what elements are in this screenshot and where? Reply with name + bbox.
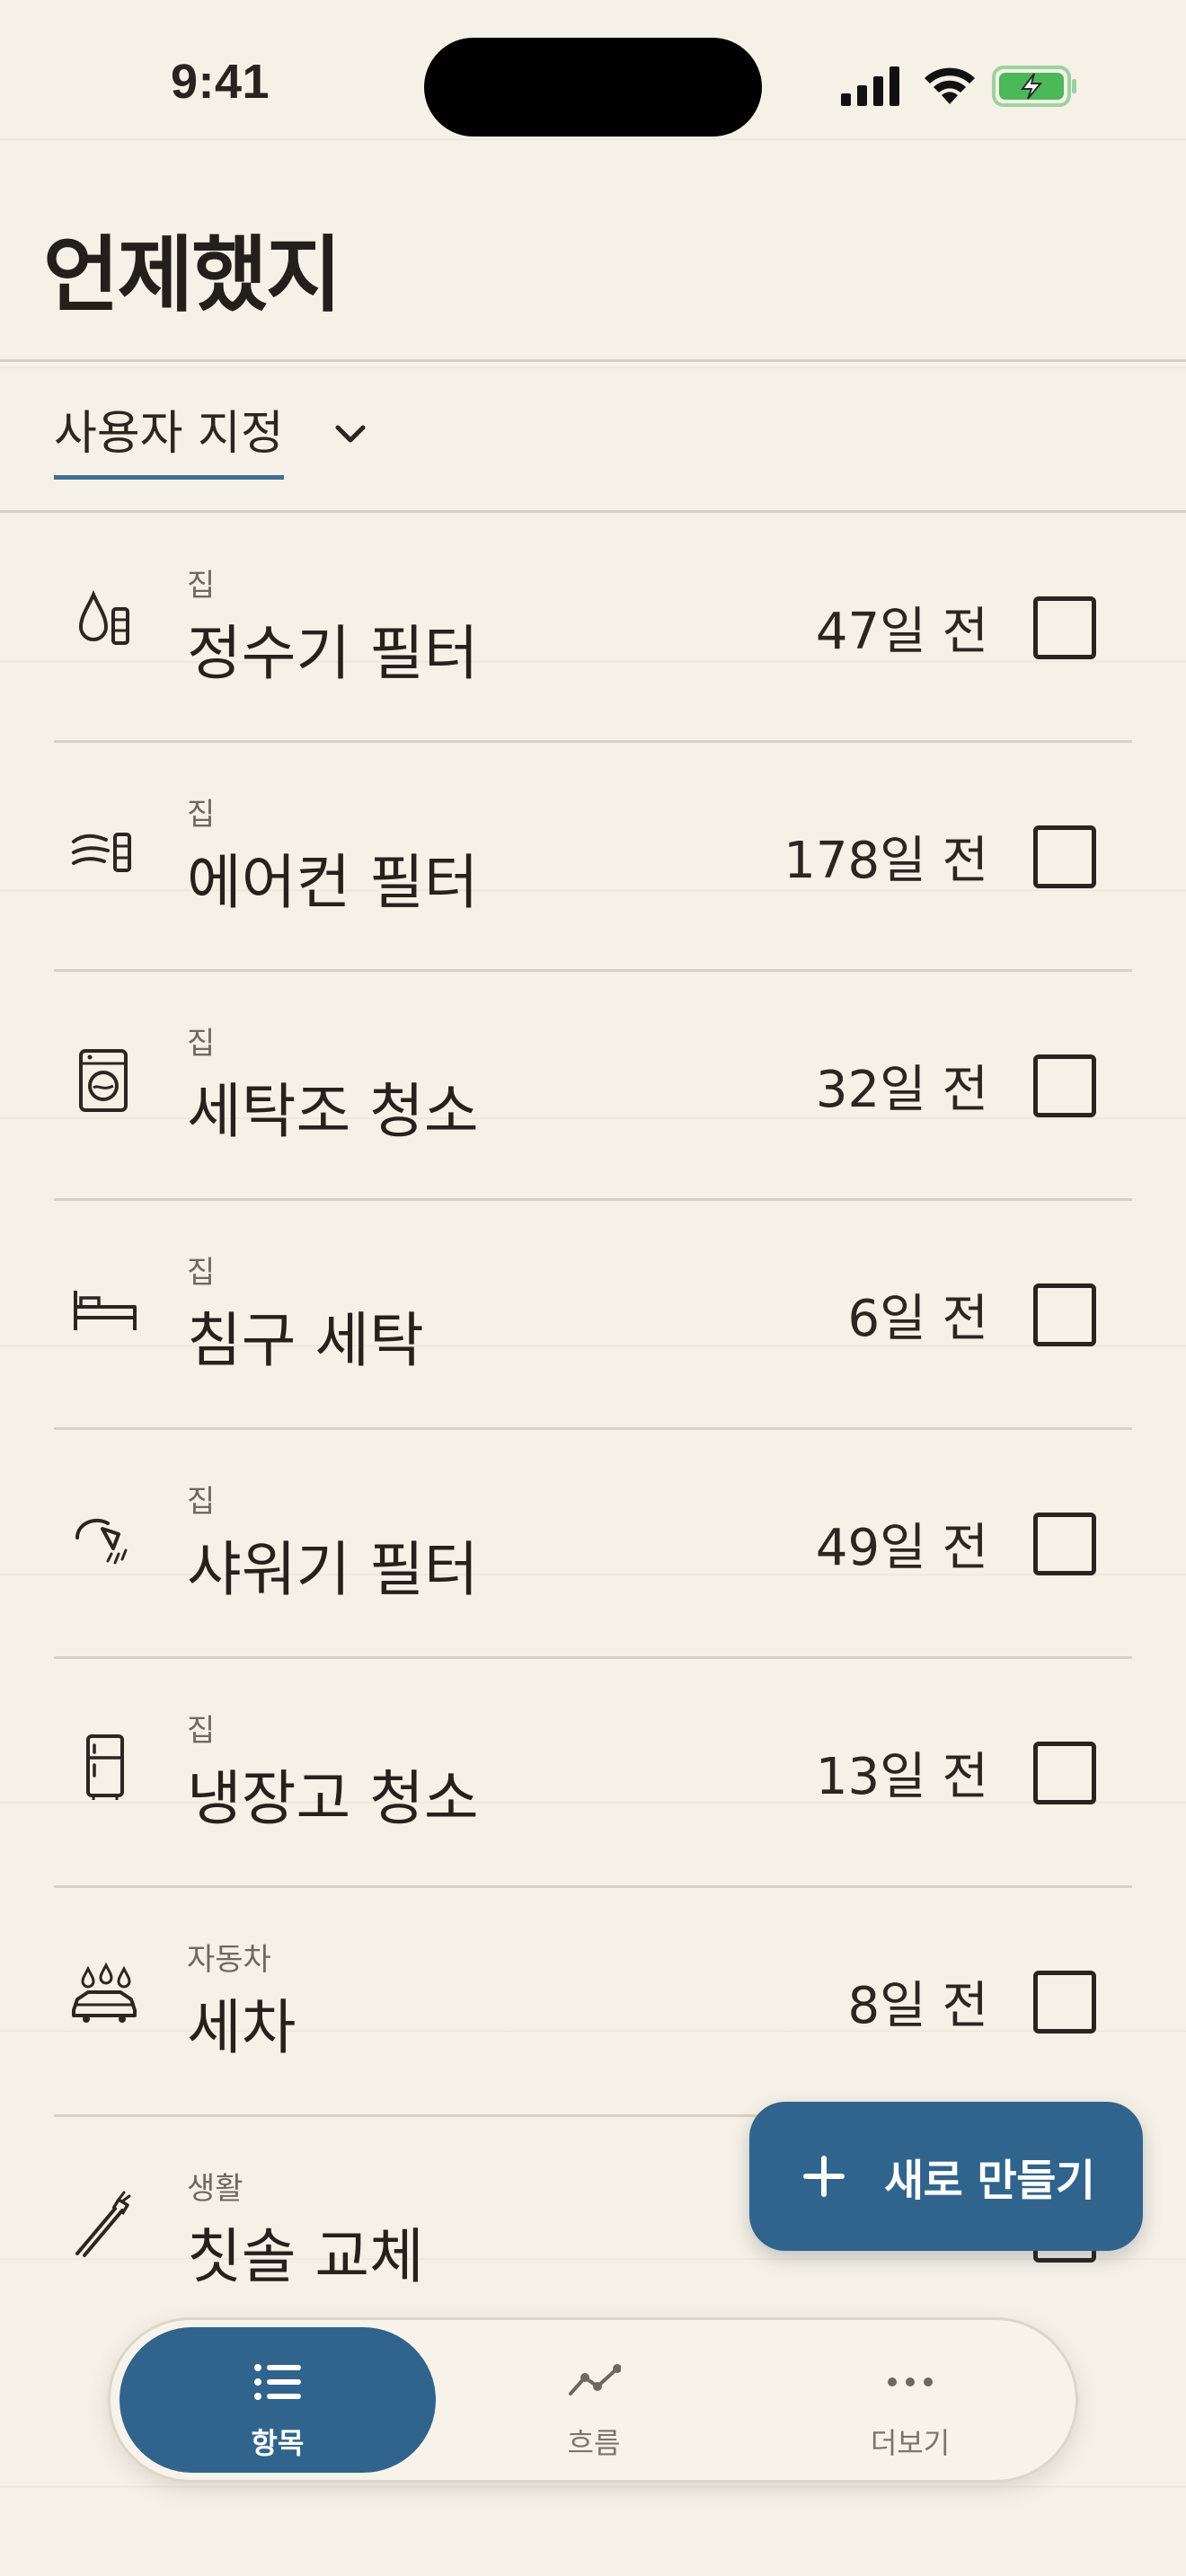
item-days-ago: 32일 전 [815, 1061, 988, 1119]
list-item[interactable]: 집 냉장고 청소 13일 전 [54, 1659, 1132, 1888]
water-filter-icon [78, 589, 129, 645]
filter-label: 사용자 지정 [54, 395, 284, 480]
item-category: 집 [187, 1255, 216, 1291]
tab-flow-label: 흐름 [567, 2426, 621, 2460]
item-checkbox[interactable] [1033, 1054, 1096, 1117]
list-item[interactable]: 집 침구 세탁 6일 전 [54, 1201, 1132, 1430]
item-days-ago: 178일 전 [783, 832, 988, 890]
list-item[interactable]: 집 에어컨 필터 178일 전 [54, 743, 1132, 972]
item-category: 집 [187, 797, 216, 833]
item-days-ago: 49일 전 [815, 1519, 988, 1577]
item-checkbox[interactable] [1033, 825, 1096, 888]
filter-divider [0, 510, 1186, 513]
tab-more-label: 더보기 [870, 2426, 951, 2460]
washing-machine-icon [79, 1049, 128, 1112]
list-item[interactable]: 집 정수기 필터 47일 전 [54, 514, 1132, 743]
item-checkbox[interactable] [1033, 1284, 1096, 1346]
item-checkbox[interactable] [1033, 596, 1096, 659]
item-list: 집 정수기 필터 47일 전 집 에어컨 필터 178일 전 집 세탁조 청소 [54, 514, 1132, 2346]
item-category: 자동차 [187, 1942, 271, 1978]
tab-items[interactable]: 항목 [119, 2327, 436, 2473]
battery-charging-icon [992, 66, 1076, 107]
filter-dropdown[interactable]: 사용자 지정 [54, 395, 377, 485]
item-category: 집 [187, 1713, 216, 1749]
toothbrush-icon [75, 2191, 131, 2257]
page-title: 언제했지 [43, 226, 342, 323]
item-category: 집 [187, 568, 216, 604]
status-icons [839, 59, 1082, 113]
item-days-ago: 8일 전 [847, 1977, 988, 2035]
more-dots-icon [888, 2378, 933, 2386]
bottom-tab-bar: 항목 흐름 더보기 [108, 2317, 1078, 2483]
item-checkbox[interactable] [1033, 1742, 1096, 1804]
shower-head-icon [75, 1518, 128, 1565]
item-name: 샤워기 필터 [187, 1535, 479, 1604]
item-name: 정수기 필터 [187, 619, 479, 688]
list-item[interactable]: 집 샤워기 필터 49일 전 [54, 1430, 1132, 1659]
item-days-ago: 13일 전 [815, 1748, 988, 1806]
refrigerator-icon [86, 1734, 124, 1800]
create-new-label: 새로 만들기 [884, 2156, 1095, 2206]
item-name: 세탁조 청소 [187, 1077, 479, 1146]
plus-icon [803, 2156, 845, 2197]
cellular-signal-icon [841, 66, 899, 106]
item-category: 집 [187, 1026, 216, 1062]
tab-more[interactable]: 더보기 [752, 2327, 1068, 2473]
status-time: 9:41 [171, 55, 270, 109]
list-item[interactable]: 집 세탁조 청소 32일 전 [54, 972, 1132, 1201]
item-checkbox[interactable] [1033, 1971, 1096, 2033]
item-days-ago: 47일 전 [815, 603, 988, 661]
wifi-icon [925, 67, 975, 104]
item-checkbox[interactable] [1033, 1513, 1096, 1575]
trend-line-icon [569, 2364, 621, 2395]
tab-items-label: 항목 [251, 2426, 305, 2460]
item-category: 생활 [187, 2171, 243, 2207]
item-days-ago: 6일 전 [847, 1290, 988, 1348]
item-name: 냉장고 청소 [187, 1764, 479, 1833]
tab-flow[interactable]: 흐름 [436, 2327, 752, 2473]
car-wash-icon [72, 1962, 137, 2023]
item-name: 에어컨 필터 [187, 848, 479, 917]
header-divider [0, 359, 1186, 362]
dynamic-island [424, 38, 762, 137]
list-item[interactable]: 자동차 세차 8일 전 [54, 1888, 1132, 2117]
item-category: 집 [187, 1484, 216, 1520]
chevron-down-icon [335, 425, 366, 443]
create-new-button[interactable]: 새로 만들기 [749, 2102, 1143, 2251]
item-name: 침구 세탁 [187, 1306, 424, 1375]
item-name: 세차 [187, 1993, 296, 2062]
bed-icon [74, 1291, 137, 1330]
item-name: 칫솔 교체 [187, 2222, 424, 2291]
list-icon [254, 2364, 301, 2400]
air-conditioner-icon [72, 833, 131, 872]
status-bar: 9:41 [0, 0, 1186, 171]
